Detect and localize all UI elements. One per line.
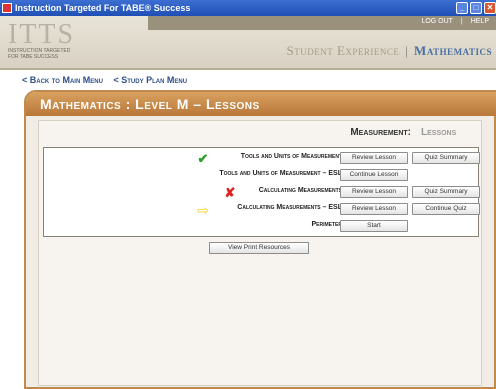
continue-lesson-button[interactable]: Continue Lesson (340, 169, 408, 181)
list-item: ✘ Calculating Measurements Review Lesson… (44, 185, 480, 201)
window-title: Instruction Targeted For TABE® Success (15, 3, 191, 13)
logo-text: ITTS (8, 19, 76, 50)
panel-content: Measurement: Lessons ✔ Tools and Units o… (38, 120, 482, 386)
list-item: ✔ Tools and Units of Measurement Review … (44, 151, 480, 167)
lessons-list: ✔ Tools and Units of Measurement Review … (43, 147, 480, 237)
minimize-button[interactable]: _ (456, 2, 468, 14)
arrow-icon: ⇨ (197, 202, 209, 218)
list-item: Perimeter Start (44, 219, 480, 235)
header-banner: ITTS INSTRUCTION TARGETED FOR TABE SUCCE… (0, 16, 496, 70)
view-print-resources-button[interactable]: View Print Resources (209, 242, 309, 254)
lesson-name: Perimeter (311, 221, 342, 228)
panel-header: Mathematics : Level M – Lessons (26, 92, 496, 116)
page-title: Mathematics : Level M – Lessons (40, 96, 260, 112)
lessons-panel: Mathematics : Level M – Lessons Measurem… (24, 90, 496, 389)
section-title: Student Experience | Mathematics (287, 43, 492, 59)
review-lesson-button[interactable]: Review Lesson (340, 186, 408, 198)
section-separator: | (405, 43, 409, 58)
lesson-name: Calculating Measurements (258, 187, 342, 194)
section-name: Student Experience (286, 43, 400, 58)
itts-logo: ITTS INSTRUCTION TARGETED FOR TABE SUCCE… (8, 19, 78, 61)
title-bar: Instruction Targeted For TABE® Success _… (0, 0, 496, 16)
list-item: ⇨ Calculating Measurements – ESL Review … (44, 202, 480, 218)
maximize-button[interactable]: □ (470, 2, 482, 14)
check-icon: ✔ (197, 151, 209, 166)
lesson-name: Tools and Units of Measurement (240, 153, 342, 160)
list-item: Tools and Units of Measurement – ESL Con… (44, 168, 480, 184)
logout-link[interactable]: LOG OUT (418, 18, 456, 25)
cross-icon: ✘ (224, 185, 236, 200)
logo-tagline: INSTRUCTION TARGETED FOR TABE SUCCESS (8, 48, 71, 60)
start-button[interactable]: Start (340, 220, 408, 232)
lesson-name: Calculating Measurements – ESL (237, 204, 342, 211)
review-lesson-button[interactable]: Review Lesson (340, 203, 408, 215)
back-to-main-menu-link[interactable]: < Back to Main Menu (22, 75, 103, 85)
quiz-summary-button[interactable]: Quiz Summary (412, 152, 480, 164)
link-separator: | (460, 18, 463, 25)
top-links: LOG OUT | HELP (418, 18, 492, 25)
study-plan-menu-link[interactable]: < Study Plan Menu (114, 75, 188, 85)
review-lesson-button[interactable]: Review Lesson (340, 152, 408, 164)
continue-quiz-button[interactable]: Continue Quiz (412, 203, 480, 215)
app-icon (2, 3, 12, 13)
close-button[interactable]: ✕ (484, 2, 496, 14)
subject-name: Mathematics (414, 43, 492, 58)
help-link[interactable]: HELP (468, 18, 492, 25)
topic-value: Lessons (421, 127, 457, 138)
lesson-name: Tools and Units of Measurement – ESL (219, 170, 342, 177)
quiz-summary-button[interactable]: Quiz Summary (412, 186, 480, 198)
topic-label: Measurement: (350, 127, 411, 138)
top-strip: LOG OUT | HELP (148, 16, 496, 30)
breadcrumb: < Back to Main Menu < Study Plan Menu (22, 75, 195, 85)
